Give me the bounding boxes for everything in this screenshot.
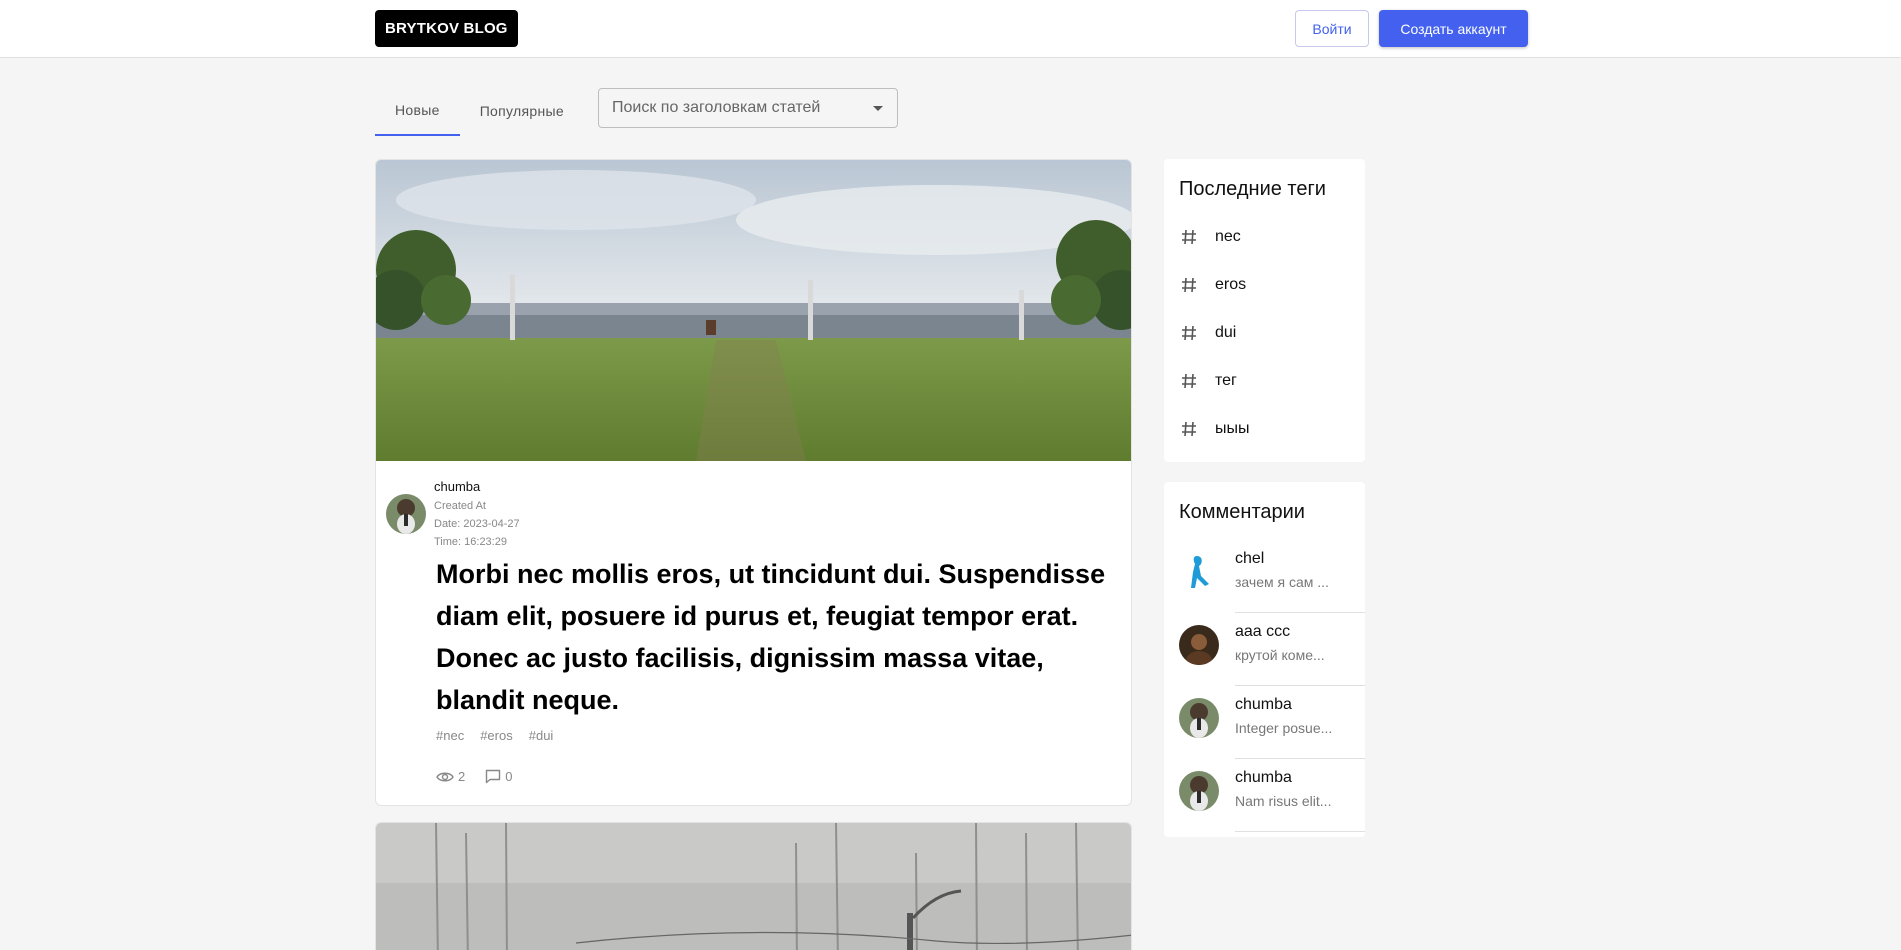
- comment-text: крутой коме...: [1235, 647, 1325, 663]
- comment-text: зачем я сам ...: [1235, 574, 1329, 590]
- hashtag-icon: [1179, 228, 1199, 246]
- tab-new[interactable]: Новые: [375, 86, 460, 136]
- commenter-avatar[interactable]: [1179, 625, 1219, 665]
- post-time: Time: 16:23:29: [434, 536, 507, 548]
- comment-text: Integer posue...: [1235, 720, 1333, 736]
- comment-item[interactable]: aaa ccc крутой коме...: [1164, 613, 1365, 686]
- comment-item[interactable]: chel зачем я сам ...: [1164, 540, 1365, 613]
- post-tag-list: #nec #eros #dui: [436, 728, 569, 743]
- post-card[interactable]: [375, 822, 1132, 950]
- hashtag-icon: [1179, 372, 1199, 390]
- divider: [1235, 831, 1365, 832]
- comment-text: Nam risus elit...: [1235, 793, 1332, 809]
- post-cover-image[interactable]: [376, 160, 1131, 461]
- post-card[interactable]: chumba Created At Date: 2023-04-27 Time:…: [375, 159, 1132, 806]
- comments-count: 0: [505, 769, 513, 784]
- commenter-name: chumba: [1235, 696, 1292, 713]
- hashtag-icon: [1179, 276, 1199, 294]
- commenter-name: chumba: [1235, 769, 1292, 786]
- comments-title: Комментарии: [1179, 501, 1305, 523]
- comment-item[interactable]: chumba Integer posue...: [1164, 686, 1365, 759]
- author-name[interactable]: chumba: [434, 479, 480, 494]
- commenter-avatar[interactable]: [1179, 698, 1219, 738]
- sidebar-tag-label: nec: [1215, 228, 1241, 245]
- comment-icon: [486, 769, 501, 784]
- post-tag[interactable]: #eros: [480, 728, 513, 743]
- blog-logo[interactable]: BRYTKOV BLOG: [375, 10, 518, 47]
- sidebar-tag-label: тег: [1215, 372, 1237, 389]
- eye-icon: [436, 772, 454, 781]
- post-title[interactable]: Morbi nec mollis eros, ut tincidunt dui.…: [436, 553, 1116, 721]
- create-account-button[interactable]: Создать аккаунт: [1379, 10, 1528, 47]
- recent-tags-title: Последние теги: [1179, 178, 1326, 200]
- sidebar-tag-item[interactable]: dui: [1179, 321, 1236, 345]
- commenter-name: aaa ccc: [1235, 623, 1291, 640]
- sidebar-tag-item[interactable]: ыыы: [1179, 417, 1250, 441]
- search-placeholder: Поиск по заголовкам статей: [612, 99, 821, 116]
- post-cover-image[interactable]: [376, 823, 1132, 950]
- comments-card: Комментарии chel зачем я сам ... aaa ccc…: [1164, 482, 1365, 837]
- commenter-avatar[interactable]: [1179, 771, 1219, 811]
- sidebar-tag-item[interactable]: nec: [1179, 225, 1241, 249]
- author-avatar[interactable]: [386, 494, 426, 534]
- top-header: BRYTKOV BLOG Войти Создать аккаунт: [0, 0, 1901, 58]
- title-search-select[interactable]: Поиск по заголовкам статей: [598, 88, 898, 128]
- dropdown-arrow-icon: [873, 106, 883, 111]
- commenter-name: chel: [1235, 550, 1265, 567]
- views-stat: 2: [436, 769, 465, 784]
- post-tag[interactable]: #dui: [529, 728, 554, 743]
- comment-item[interactable]: chumba Nam risus elit...: [1164, 759, 1365, 832]
- post-date: Date: 2023-04-27: [434, 518, 520, 530]
- login-button[interactable]: Войти: [1295, 10, 1369, 47]
- sort-tabs: Новые Популярные: [375, 86, 584, 136]
- recent-tags-card: Последние теги nec eros dui тег ыыы: [1164, 159, 1365, 462]
- tab-popular[interactable]: Популярные: [460, 86, 584, 136]
- post-stats: 2 0: [436, 769, 532, 784]
- comments-stat: 0: [485, 769, 512, 784]
- post-tag[interactable]: #nec: [436, 728, 464, 743]
- sidebar-tag-label: ыыы: [1215, 420, 1250, 437]
- sidebar-tag-item[interactable]: тег: [1179, 369, 1237, 393]
- created-at-label: Created At: [434, 500, 486, 512]
- hashtag-icon: [1179, 420, 1199, 438]
- sidebar-tag-item[interactable]: eros: [1179, 273, 1246, 297]
- hashtag-icon: [1179, 324, 1199, 342]
- sidebar-tag-label: eros: [1215, 276, 1247, 293]
- views-count: 2: [458, 769, 466, 784]
- commenter-avatar[interactable]: [1179, 552, 1219, 592]
- sidebar-tag-label: dui: [1215, 324, 1237, 341]
